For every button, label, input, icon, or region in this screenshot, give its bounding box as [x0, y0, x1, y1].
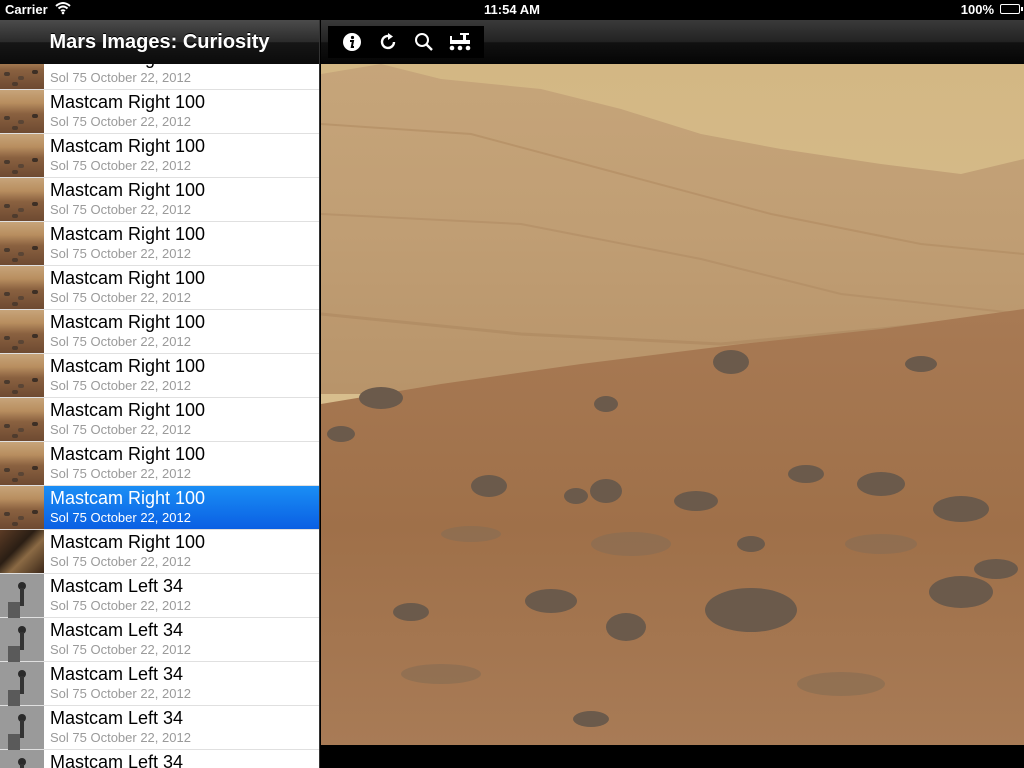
item-title: Mastcam Right 100	[50, 356, 206, 376]
item-title: Mastcam Left 34	[50, 620, 184, 640]
image-list-panel: Mars Images: Curiosity Mastcam Right 100…	[0, 20, 320, 768]
thumbnail	[0, 618, 44, 661]
thumbnail	[0, 574, 44, 617]
list-item[interactable]: Mastcam Right 100 Sol 75 October 22, 2012	[0, 134, 319, 178]
item-subtitle: Sol 75 October 22, 2012	[50, 158, 191, 173]
thumbnail	[0, 310, 44, 353]
item-subtitle: Sol 75 October 22, 2012	[50, 554, 191, 569]
search-icon	[415, 33, 433, 51]
item-subtitle: Sol 75 October 22, 2012	[50, 334, 191, 349]
list-item[interactable]: Mastcam Right 100 Sol 75 October 22, 2012	[0, 442, 319, 486]
item-title: Mastcam Right 100	[50, 136, 206, 156]
list-item[interactable]: Mastcam Left 34 Sol 75 October 22, 2012	[0, 618, 319, 662]
item-subtitle: Sol 75 October 22, 2012	[50, 246, 191, 261]
item-subtitle: Sol 75 October 22, 2012	[50, 598, 191, 613]
item-title: Mastcam Left 34	[50, 576, 184, 596]
item-subtitle: Sol 75 October 22, 2012	[50, 466, 191, 481]
list-item[interactable]: Mastcam Left 34	[0, 750, 319, 768]
clock: 11:54 AM	[484, 2, 540, 17]
thumbnail	[0, 178, 44, 221]
list-item[interactable]: Mastcam Right 100 Sol 75 October 22, 2012	[0, 178, 319, 222]
list-item[interactable]: Mastcam Right 100 Sol 75 October 22, 2012	[0, 310, 319, 354]
item-title: Mastcam Right 100	[50, 312, 206, 332]
thumbnail	[0, 222, 44, 265]
rover-icon	[449, 33, 471, 51]
list-item[interactable]: Mastcam Left 34 Sol 75 October 22, 2012	[0, 574, 319, 618]
search-button[interactable]	[411, 29, 437, 55]
item-subtitle: Sol 75 October 22, 2012	[50, 730, 191, 745]
nav-bar: Mars Images: Curiosity	[0, 20, 319, 64]
thumbnail	[0, 90, 44, 133]
item-subtitle: Sol 75 October 22, 2012	[50, 422, 191, 437]
item-title: Mastcam Right 100	[50, 268, 206, 288]
info-icon	[343, 33, 361, 51]
refresh-icon	[380, 33, 396, 50]
list-item[interactable]: Mastcam Right 100 Sol 75 October 22, 2012	[0, 266, 319, 310]
item-title: Mastcam Left 34	[50, 752, 184, 768]
item-subtitle: Sol 75 October 22, 2012	[50, 70, 191, 85]
item-title: Mastcam Right 100	[50, 400, 206, 420]
item-title: Mastcam Left 34	[50, 708, 184, 728]
thumbnail	[0, 134, 44, 177]
thumbnail	[0, 750, 44, 768]
list-item[interactable]: Mastcam Right 100 Sol 75 October 22, 2012	[0, 486, 319, 530]
list-item[interactable]: Mastcam Left 34 Sol 75 October 22, 2012	[0, 662, 319, 706]
thumbnail	[0, 530, 44, 573]
status-bar: Carrier 11:54 AM 100%	[0, 0, 1024, 20]
item-subtitle: Sol 75 October 22, 2012	[50, 686, 191, 701]
item-subtitle: Sol 75 October 22, 2012	[50, 202, 191, 217]
image-list[interactable]: Mastcam Right 100 Sol 75 October 22, 2012…	[0, 46, 319, 768]
item-subtitle: Sol 75 October 22, 2012	[50, 378, 191, 393]
page-title: Mars Images: Curiosity	[49, 31, 270, 53]
list-item[interactable]: Mastcam Right 100 Sol 75 October 22, 2012	[0, 530, 319, 574]
item-title: Mastcam Right 100	[50, 532, 206, 552]
image-viewer	[321, 20, 1024, 768]
item-title: Mastcam Right 100	[50, 444, 206, 464]
item-title: Mastcam Left 34	[50, 664, 184, 684]
battery-icon	[1000, 4, 1023, 14]
thumbnail	[0, 486, 44, 529]
thumbnail	[0, 266, 44, 309]
list-item[interactable]: Mastcam Left 34 Sol 75 October 22, 2012	[0, 706, 319, 750]
toolbar-buttons	[328, 26, 484, 58]
info-button[interactable]	[339, 29, 365, 55]
item-title: Mastcam Right 100	[50, 224, 206, 244]
item-subtitle: Sol 75 October 22, 2012	[50, 510, 191, 525]
list-item[interactable]: Mastcam Right 100 Sol 75 October 22, 2012	[0, 398, 319, 442]
refresh-button[interactable]	[375, 29, 401, 55]
viewer-toolbar	[321, 20, 1024, 64]
thumbnail	[0, 354, 44, 397]
list-item[interactable]: Mastcam Right 100 Sol 75 October 22, 2012	[0, 90, 319, 134]
item-subtitle: Sol 75 October 22, 2012	[50, 114, 191, 129]
mars-photo[interactable]	[321, 64, 1024, 745]
battery-percent: 100%	[960, 2, 994, 17]
rover-button[interactable]	[447, 29, 473, 55]
list-item[interactable]: Mastcam Right 100 Sol 75 October 22, 2012	[0, 354, 319, 398]
list-item[interactable]: Mastcam Right 100 Sol 75 October 22, 2012	[0, 222, 319, 266]
item-title: Mastcam Right 100	[50, 488, 206, 508]
item-subtitle: Sol 75 October 22, 2012	[50, 642, 191, 657]
item-title: Mastcam Right 100	[50, 92, 206, 112]
item-subtitle: Sol 75 October 22, 2012	[50, 290, 191, 305]
thumbnail	[0, 662, 44, 705]
item-title: Mastcam Right 100	[50, 180, 206, 200]
thumbnail	[0, 706, 44, 749]
thumbnail	[0, 442, 44, 485]
thumbnail	[0, 398, 44, 441]
